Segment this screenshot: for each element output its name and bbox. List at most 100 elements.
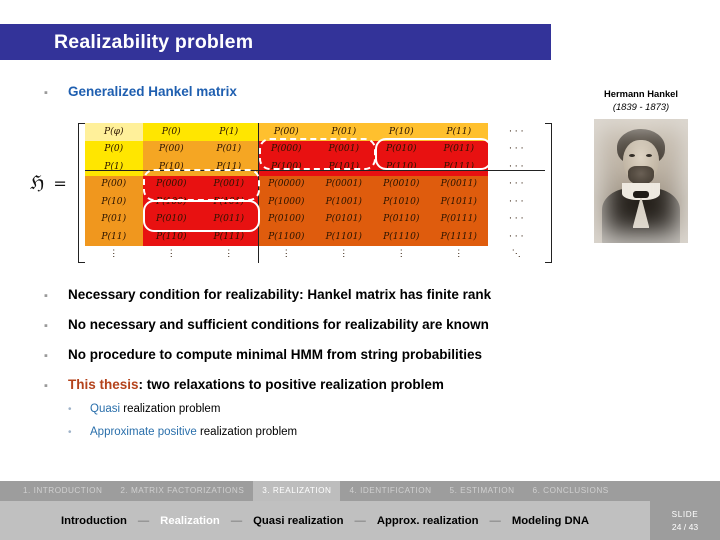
slide-title-bar: Realizability problem: [0, 24, 551, 60]
matrix-cell: P(01): [200, 140, 258, 158]
matrix-cell-highlighted: P(011): [200, 210, 258, 228]
slide-counter-label: SLIDE: [671, 509, 699, 519]
portrait-dates: (1839 - 1873): [612, 101, 670, 112]
matrix-cell: P(0): [85, 140, 143, 158]
portrait-name: Hermann Hankel: [604, 88, 678, 99]
nav-item-matrix-factorizations[interactable]: 2. MATRIX FACTORIZATIONS: [111, 481, 253, 501]
matrix-cell: P(1100): [257, 228, 315, 246]
matrix-cell-highlighted: P(011): [430, 140, 488, 158]
subnav-item-introduction[interactable]: Introduction: [61, 515, 127, 527]
slide-canvas: Realizability problem ▪ Generalized Hank…: [0, 0, 720, 540]
matrix-ellipsis-cell: · · ·: [487, 193, 545, 211]
matrix-cell-highlighted: P(101): [315, 158, 373, 176]
subnav-item-approx-realization[interactable]: Approx. realization: [377, 515, 479, 527]
table-row: P(0) P(00) P(01) P(000) P(001) P(010) P(…: [85, 140, 545, 158]
table-row: P(00) P(000) P(001) P(0000) P(0001) P(00…: [85, 175, 545, 193]
block-divider-horizontal: [85, 169, 545, 171]
section-heading-label: Generalized Hankel matrix: [68, 84, 237, 99]
matrix-ellipsis-cell: ⋮: [200, 245, 258, 263]
matrix-cell: P(0): [142, 123, 200, 141]
square-bullet-icon: ▪: [44, 380, 48, 392]
bullet-label: No procedure to compute minimal HMM from…: [68, 347, 483, 362]
nav-item-realization[interactable]: 3. REALIZATION: [253, 481, 341, 501]
subnav-separator: —: [489, 514, 501, 527]
matrix-cell-highlighted: P(100): [257, 158, 315, 176]
hankel-matrix-figure: ℌ = P(φ) P(0) P(1) P(00) P(01) P(10) P(1…: [28, 123, 552, 263]
matrix-cell: P(11): [200, 158, 258, 176]
sub-bullet-quasi: • Quasi realization problem: [68, 403, 220, 415]
thesis-lead-label: This thesis: [68, 377, 139, 392]
matrix-cell: P(01): [85, 210, 143, 228]
nav-item-introduction[interactable]: 1. INTRODUCTION: [14, 481, 111, 501]
sub-bullet-rest: realization problem: [196, 426, 298, 438]
matrix-cell: P(0011): [430, 175, 488, 193]
sub-bullet-rest: realization problem: [120, 403, 221, 415]
portrait-photo: [594, 119, 688, 243]
matrix-cell: P(0010): [372, 175, 430, 193]
matrix-cell: P(0000): [257, 175, 315, 193]
nav-item-estimation[interactable]: 5. ESTIMATION: [441, 481, 524, 501]
matrix-ellipsis-cell: · · ·: [487, 123, 545, 141]
sub-bullet-label: Approximate positive realization problem: [90, 426, 297, 438]
matrix-cell-highlighted: P(000): [142, 175, 200, 193]
page-title: Realizability problem: [54, 30, 254, 53]
bullet-this-thesis: ▪ This thesis: two relaxations to positi…: [44, 377, 444, 392]
matrix-cell: P(1110): [372, 228, 430, 246]
section-heading: ▪ Generalized Hankel matrix: [44, 84, 237, 99]
matrix-cell: P(01): [315, 123, 373, 141]
matrix-ellipsis-cell: ⋮: [142, 245, 200, 263]
sub-bullet-highlight: Approximate positive: [90, 426, 197, 438]
hankel-matrix-grid: P(φ) P(0) P(1) P(00) P(01) P(10) P(11) ·…: [78, 123, 552, 263]
matrix-ellipsis-cell: ⋱: [487, 245, 545, 263]
matrix-ellipsis-cell: · · ·: [487, 158, 545, 176]
matrix-cell: P(00): [85, 175, 143, 193]
matrix-ellipsis-cell: ⋮: [430, 245, 488, 263]
nav-item-identification[interactable]: 4. IDENTIFICATION: [340, 481, 440, 501]
subnav-item-modeling-dna[interactable]: Modeling DNA: [512, 515, 589, 527]
table-row: P(01) P(010) P(011) P(0100) P(0101) P(01…: [85, 210, 545, 228]
matrix-cell: P(1000): [257, 193, 315, 211]
matrix-cell: P(00): [257, 123, 315, 141]
hankel-matrix-table: P(φ) P(0) P(1) P(00) P(01) P(10) P(11) ·…: [85, 123, 545, 263]
matrix-cell-highlighted: P(101): [200, 193, 258, 211]
matrix-cell: P(1101): [315, 228, 373, 246]
sub-bullet-label: Quasi realization problem: [90, 403, 220, 415]
bullet-no-procedure: ▪ No procedure to compute minimal HMM fr…: [44, 347, 482, 362]
bullet-no-necessary-sufficient: ▪ No necessary and sufficient conditions…: [44, 317, 489, 332]
matrix-cell: P(10): [142, 158, 200, 176]
table-row: P(1) P(10) P(11) P(100) P(101) P(110) P(…: [85, 158, 545, 176]
nav-item-conclusions[interactable]: 6. CONCLUSIONS: [524, 481, 618, 501]
matrix-ellipsis-cell: · · ·: [487, 228, 545, 246]
matrix-cell-highlighted: P(110): [142, 228, 200, 246]
matrix-cell-highlighted: P(111): [200, 228, 258, 246]
matrix-cell: P(00): [142, 140, 200, 158]
matrix-cell-highlighted: P(010): [372, 140, 430, 158]
table-row: P(11) P(110) P(111) P(1100) P(1101) P(11…: [85, 228, 545, 246]
subnav-item-quasi-realization[interactable]: Quasi realization: [253, 515, 343, 527]
footer-subsection-nav: Introduction — Realization — Quasi reali…: [0, 501, 650, 540]
subnav-item-realization[interactable]: Realization: [160, 515, 220, 527]
bullet-label: This thesis: two relaxations to positive…: [68, 377, 444, 392]
matrix-cell-highlighted: P(100): [142, 193, 200, 211]
fraktur-h-icon: ℌ: [30, 172, 45, 194]
matrix-cell: P(0101): [315, 210, 373, 228]
bullet-necessary-condition: ▪ Necessary condition for realizability:…: [44, 287, 491, 302]
matrix-cell: P(0001): [315, 175, 373, 193]
matrix-cell: P(1011): [430, 193, 488, 211]
table-row: P(φ) P(0) P(1) P(00) P(01) P(10) P(11) ·…: [85, 123, 545, 141]
matrix-cell: P(1111): [430, 228, 488, 246]
square-bullet-icon: ▪: [44, 290, 48, 302]
square-bullet-icon: ▪: [44, 350, 48, 362]
bullet-label: No necessary and sufficient conditions f…: [68, 317, 489, 332]
table-row: ⋮ ⋮ ⋮ ⋮ ⋮ ⋮ ⋮ ⋱: [85, 245, 545, 263]
hankel-equation-label: ℌ =: [30, 172, 67, 194]
matrix-cell-highlighted: P(000): [257, 140, 315, 158]
block-divider-vertical: [257, 123, 259, 263]
matrix-ellipsis-cell: · · ·: [487, 210, 545, 228]
matrix-cell: P(10): [372, 123, 430, 141]
matrix-cell-highlighted: P(110): [372, 158, 430, 176]
matrix-cell: P(11): [430, 123, 488, 141]
matrix-cell-highlighted: P(010): [142, 210, 200, 228]
hankel-portrait-block: Hermann Hankel (1839 - 1873): [568, 88, 714, 243]
subnav-separator: —: [137, 514, 150, 527]
